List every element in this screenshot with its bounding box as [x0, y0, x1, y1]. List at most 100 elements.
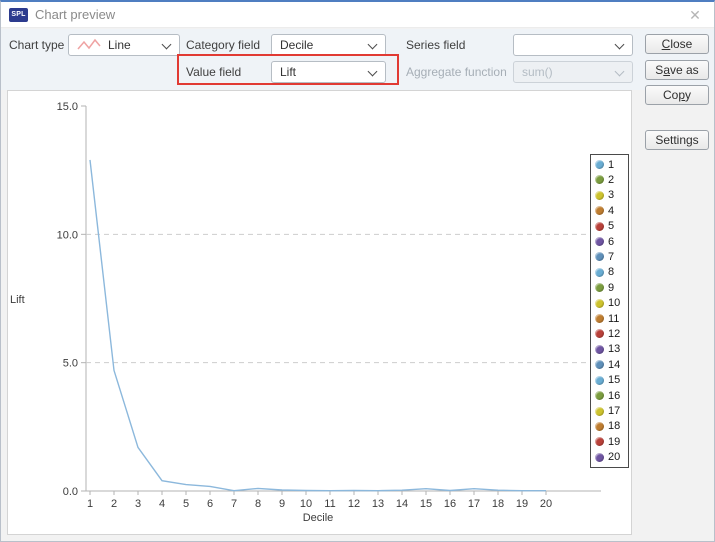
legend-label: 4 — [608, 204, 615, 217]
legend-dot-icon — [595, 406, 604, 416]
chevron-down-icon — [367, 66, 378, 77]
legend-item: 7 — [595, 250, 626, 263]
x-tick-label: 12 — [348, 498, 360, 510]
x-tick-label: 9 — [279, 498, 285, 510]
x-tick-label: 16 — [444, 498, 456, 510]
line-chart-icon — [77, 38, 101, 50]
legend-label: 5 — [608, 220, 615, 233]
legend-dot-icon — [595, 329, 604, 339]
legend-label: 2 — [608, 173, 615, 186]
legend-item: 1 — [595, 158, 626, 171]
legend-dot-icon — [595, 421, 604, 431]
category-field-value: Decile — [280, 38, 314, 52]
settings-button[interactable]: Settings — [645, 130, 709, 150]
x-tick-label: 15 — [420, 498, 432, 510]
legend-item: 8 — [595, 266, 626, 279]
lift-chart: 20 19 18 17 16 15 14 13 12 11 10 9 8 7 6 5 4 3 2 1 15.0 10.0 5… — [10, 101, 601, 524]
lift-line — [89, 159, 546, 492]
legend-label: 8 — [608, 266, 615, 279]
chart-preview-dialog: SPL Chart preview ✕ Chart type Line Cate… — [0, 0, 715, 542]
legend-item: 19 — [595, 435, 626, 448]
x-tick-label: 7 — [231, 498, 237, 510]
legend-label: 17 — [608, 405, 621, 417]
chart-type-label: Chart type — [9, 38, 65, 52]
x-tick-label: 10 — [300, 498, 312, 510]
legend-dot-icon — [595, 160, 604, 169]
legend-item: 5 — [595, 220, 626, 233]
value-field-dropdown[interactable]: Lift — [271, 61, 386, 83]
legend-label: 9 — [608, 281, 615, 294]
x-tick-label: 19 — [516, 498, 528, 510]
legend-dot-icon — [595, 344, 604, 354]
legend-dot-icon — [595, 237, 604, 247]
legend-dot-icon — [595, 452, 604, 462]
y-tick-label: 15.0 — [57, 101, 78, 113]
legend-label: 7 — [608, 250, 615, 263]
series-field-dropdown[interactable] — [513, 34, 633, 56]
save-as-button[interactable]: Save as — [645, 60, 709, 80]
chart-panel: 20 19 18 17 16 15 14 13 12 11 10 9 8 7 6 5 4 3 2 1 15.0 10.0 5… — [7, 90, 632, 535]
legend-item: 3 — [595, 189, 626, 202]
category-field-label: Category field — [186, 38, 261, 52]
legend-dot-icon — [595, 190, 604, 200]
chart-type-value: Line — [108, 38, 131, 52]
legend-dot-icon — [595, 391, 604, 401]
chart-type-dropdown[interactable]: Line — [68, 34, 180, 56]
aggregate-function-dropdown: sum() — [513, 61, 633, 83]
x-tick-label: 13 — [372, 498, 384, 510]
x-tick-label: 1 — [87, 498, 93, 510]
legend-item: 18 — [595, 420, 626, 433]
x-tick-label: 8 — [255, 498, 261, 510]
x-tick-label: 11 — [324, 498, 335, 510]
aggregate-function-value: sum() — [522, 65, 553, 79]
legend-label: 15 — [608, 374, 621, 387]
legend-item: 11 — [595, 312, 626, 325]
legend-item: 14 — [595, 358, 626, 371]
close-icon[interactable]: ✕ — [684, 5, 706, 25]
legend-dot-icon — [595, 375, 604, 385]
x-tick-label: 6 — [207, 498, 213, 510]
spl-logo-icon: SPL — [9, 7, 28, 22]
legend-item: 9 — [595, 281, 626, 294]
legend-dot-icon — [595, 267, 604, 277]
y-axis-title: Lift — [10, 294, 25, 306]
legend-item: 6 — [595, 235, 626, 248]
close-button[interactable]: Close — [645, 34, 709, 54]
legend-label: 12 — [608, 327, 621, 340]
legend-item: 15 — [595, 374, 626, 387]
legend-item: 2 — [595, 173, 626, 186]
chevron-down-icon — [614, 39, 625, 50]
legend-dot-icon — [595, 206, 604, 216]
legend-label: 6 — [608, 235, 615, 248]
legend-label: 1 — [608, 158, 615, 171]
value-field-label: Value field — [186, 65, 242, 79]
y-tick-label: 10.0 — [57, 229, 78, 241]
legend-dot-icon — [595, 360, 604, 370]
copy-button[interactable]: Copy — [645, 85, 709, 105]
legend-dot-icon — [595, 298, 604, 308]
x-tick-label: 2 — [111, 498, 117, 510]
x-tick-label: 5 — [183, 498, 189, 510]
legend-dot-icon — [595, 175, 604, 185]
x-tick-label: 3 — [135, 498, 141, 510]
x-tick-label: 4 — [159, 498, 165, 510]
legend-label: 20 — [608, 451, 621, 464]
legend-item: 17 — [595, 405, 626, 418]
legend-label: 14 — [608, 358, 621, 371]
legend-item: 10 — [595, 297, 626, 310]
chevron-down-icon — [367, 39, 378, 50]
legend-dot-icon — [595, 314, 604, 324]
chevron-down-icon — [161, 39, 172, 50]
legend-label: 11 — [608, 312, 620, 325]
value-field-value: Lift — [280, 65, 297, 79]
chevron-down-icon — [614, 66, 625, 77]
category-field-dropdown[interactable]: Decile — [271, 34, 386, 56]
legend-item: 20 — [595, 451, 626, 464]
legend-dot-icon — [595, 283, 604, 293]
dialog-title: Chart preview — [35, 7, 116, 22]
legend-label: 19 — [608, 435, 621, 448]
x-tick-label: 17 — [468, 498, 480, 510]
legend-label: 10 — [608, 297, 621, 310]
series-legend: 1 2 3 4 5 6 7 8 9 10 11 12 13 14 15 16 17 18 19 20 — [590, 154, 629, 468]
legend-item: 13 — [595, 343, 626, 356]
